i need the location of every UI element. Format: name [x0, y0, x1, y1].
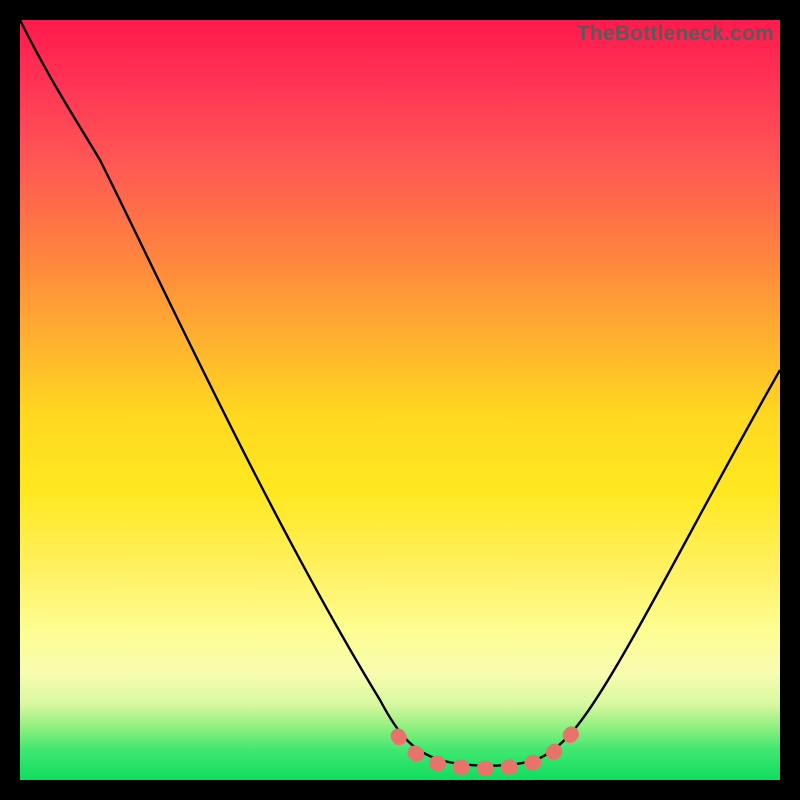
bottleneck-curve: [20, 20, 780, 766]
highlight-zone-stroke: [398, 728, 576, 768]
chart-frame: TheBottleneck.com: [0, 0, 800, 800]
plot-area: TheBottleneck.com: [20, 20, 780, 780]
chart-svg: [20, 20, 780, 780]
